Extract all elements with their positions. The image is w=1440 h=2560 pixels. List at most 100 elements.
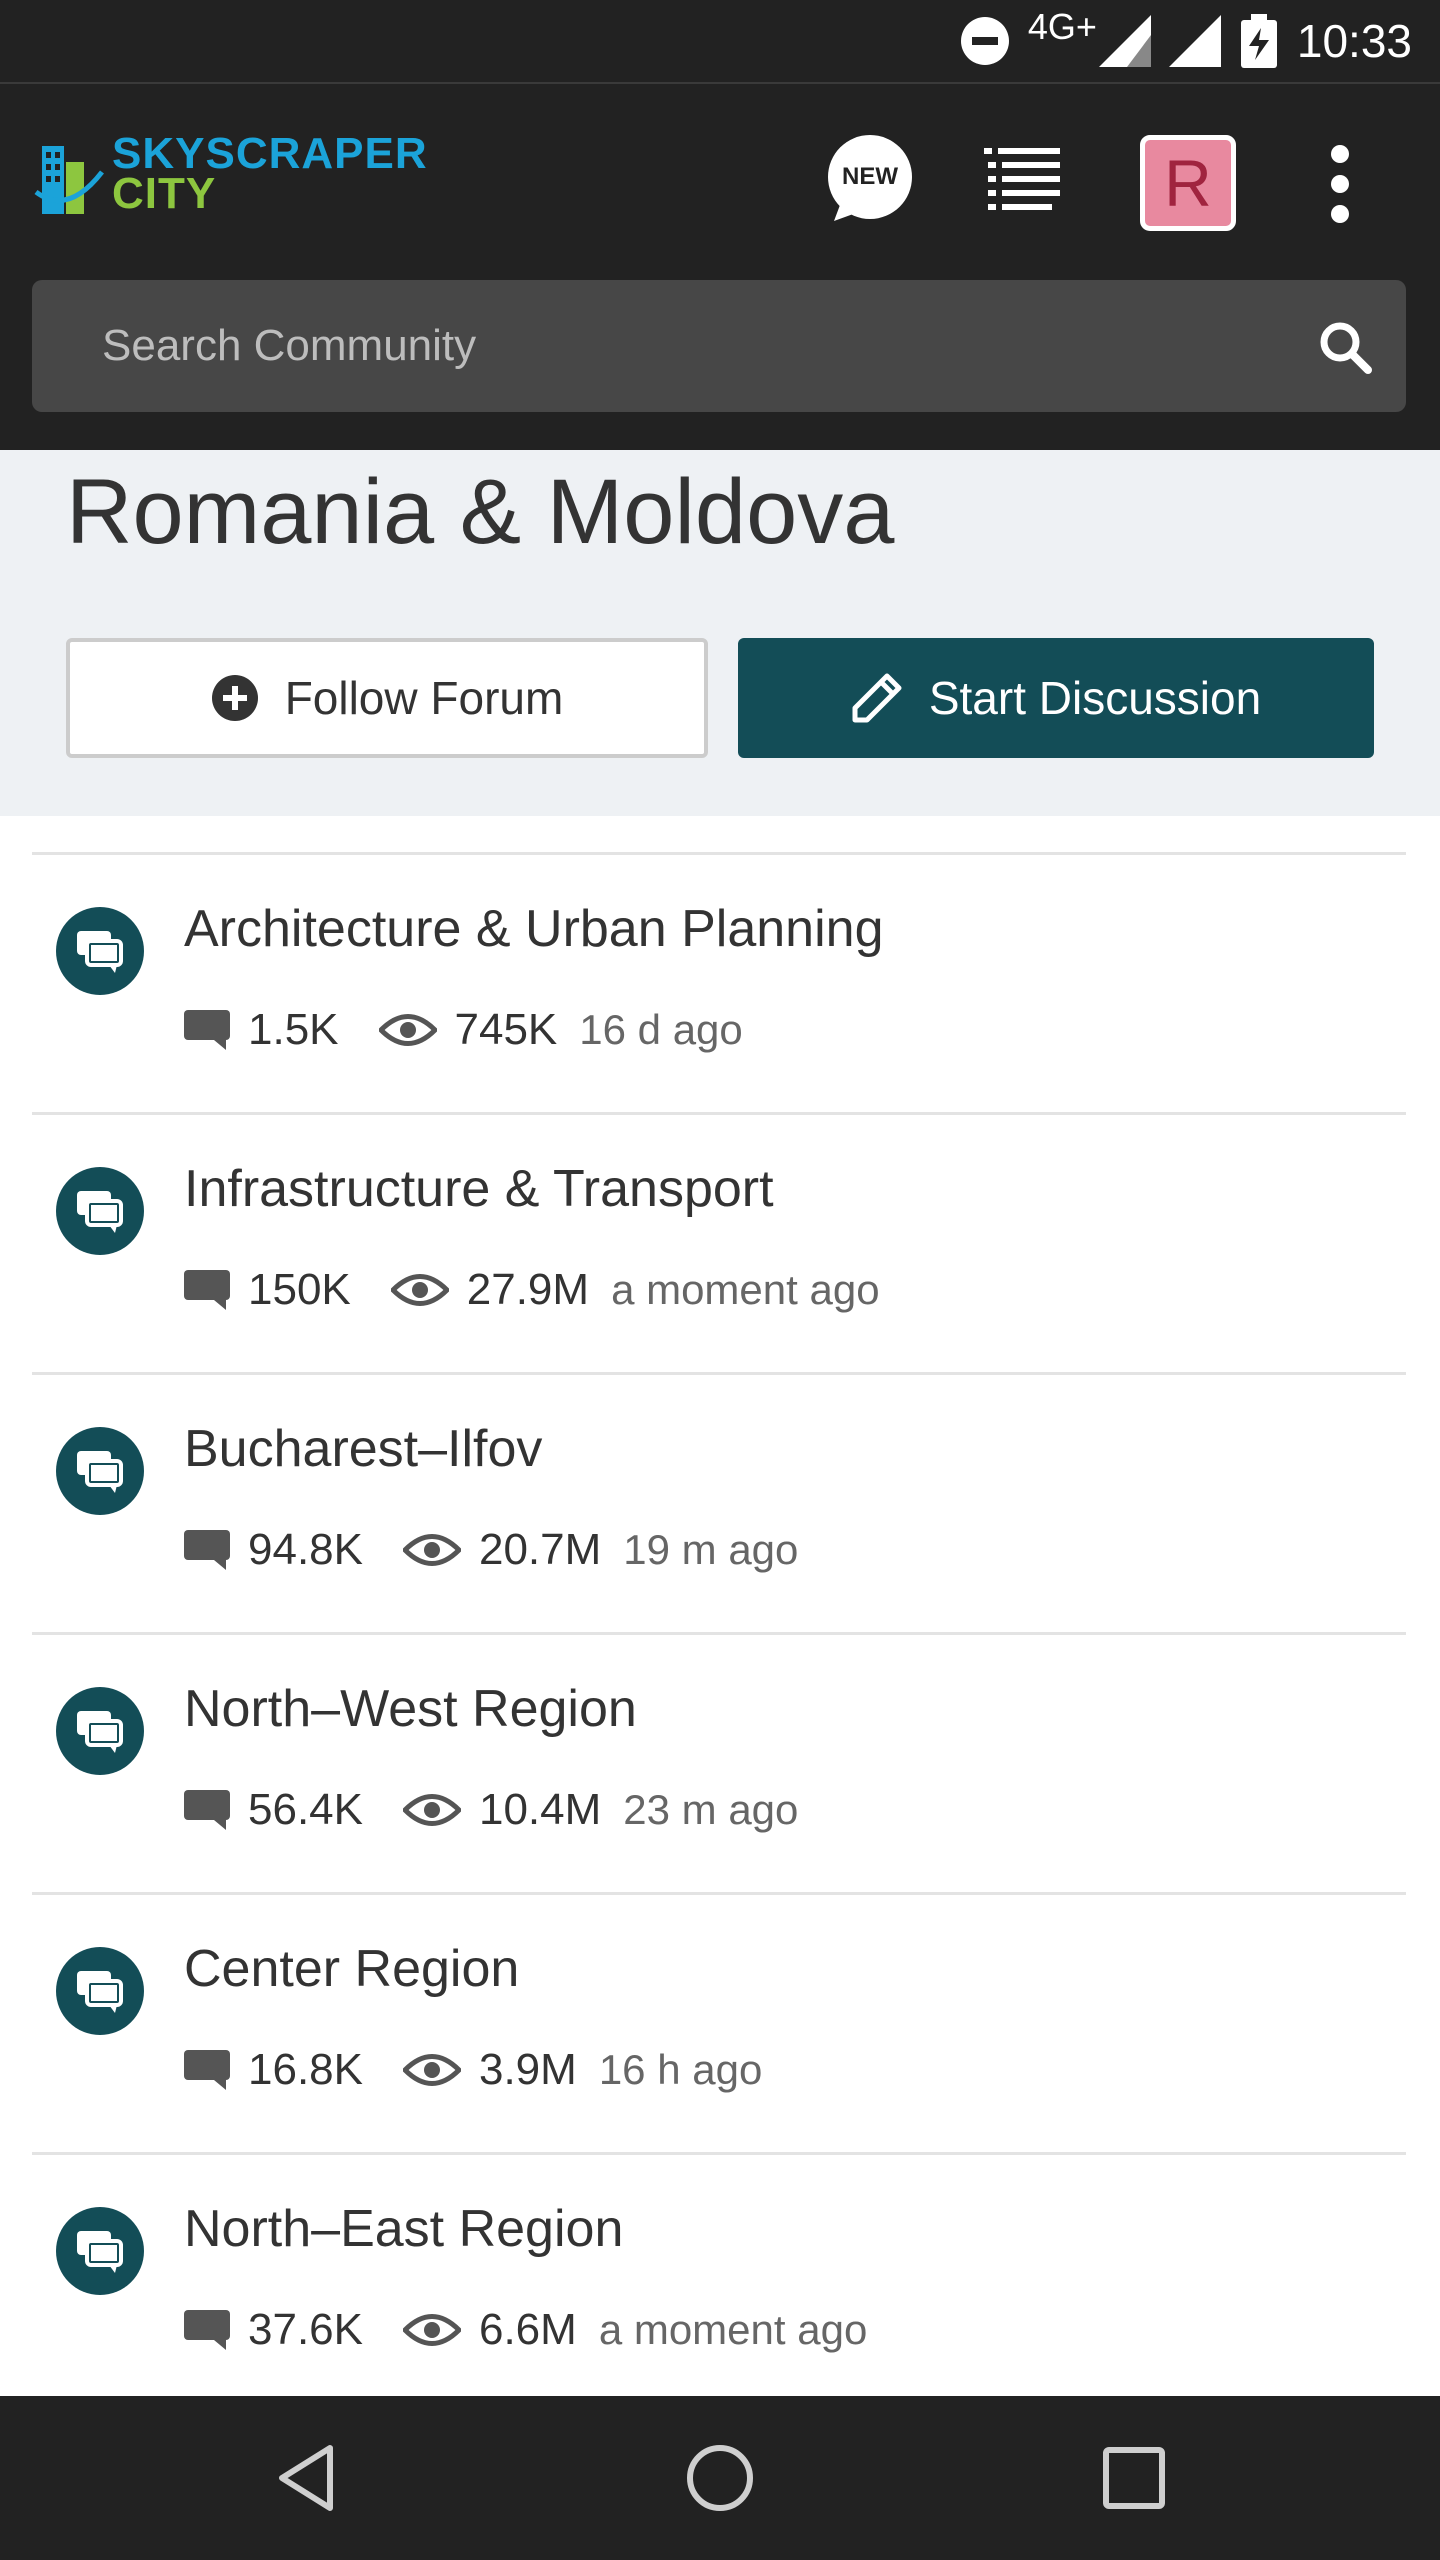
list-item[interactable]: North–East Region 37.6K 6.6M a moment ag…: [32, 2152, 1406, 2412]
last-activity-time: a moment ago: [611, 1266, 880, 1313]
forum-stats: 150K 27.9M a moment ago: [184, 1265, 880, 1315]
posts-stat: 150K: [184, 1265, 351, 1315]
posts-count: 1.5K: [248, 1005, 339, 1054]
posts-count: 94.8K: [248, 1525, 363, 1574]
app-header: SKYSCRAPER CITY NEW R: [0, 82, 1440, 450]
forum-stats: 37.6K 6.6M a moment ago: [184, 2305, 867, 2355]
views-count: 10.4M: [478, 1785, 602, 1834]
forum-icon: [56, 1167, 144, 1255]
views-stat: 745K: [378, 1005, 558, 1055]
comment-icon: [184, 1010, 230, 1050]
follow-forum-label: Follow Forum: [284, 672, 564, 724]
list-item[interactable]: Center Region 16.8K 3.9M 16 h ago: [32, 1892, 1406, 2152]
forum-header: Romania & Moldova Follow Forum Start Dis…: [0, 450, 1440, 816]
forum-icon: [56, 1687, 144, 1775]
views-stat: 6.6M: [402, 2305, 577, 2355]
last-activity-time: a moment ago: [598, 2306, 868, 2353]
logo-text-city: CITY: [112, 169, 217, 218]
posts-stat: 56.4K: [184, 1785, 363, 1835]
list-icon: [984, 148, 1060, 210]
comment-icon: [184, 1530, 230, 1570]
forum-title[interactable]: North–East Region: [184, 2199, 623, 2259]
forum-icon: [56, 1947, 144, 2035]
new-posts-button[interactable]: NEW: [826, 135, 914, 223]
posts-count: 37.6K: [248, 2305, 363, 2354]
new-badge-label: NEW: [842, 163, 898, 190]
search-icon[interactable]: [1318, 320, 1372, 374]
back-icon[interactable]: [268, 2438, 348, 2518]
posts-stat: 94.8K: [184, 1525, 363, 1575]
forum-stats: 56.4K 10.4M 23 m ago: [184, 1785, 798, 1835]
eye-icon: [390, 1274, 449, 1306]
list-item[interactable]: Architecture & Urban Planning 1.5K 745K …: [32, 852, 1406, 1112]
forum-icon: [56, 2207, 144, 2295]
home-icon[interactable]: [680, 2438, 760, 2518]
comment-icon: [184, 1270, 230, 1310]
list-item[interactable]: Infrastructure & Transport 150K 27.9M a …: [32, 1112, 1406, 1372]
plus-circle-icon: [211, 675, 258, 721]
signal-icon-2: [1168, 15, 1221, 67]
eye-icon: [378, 1014, 437, 1046]
posts-stat: 1.5K: [184, 1005, 339, 1055]
start-discussion-label: Start Discussion: [928, 672, 1262, 724]
more-vertical-icon: [1331, 145, 1349, 223]
signal-icon-1: [1098, 15, 1151, 67]
forum-icon: [56, 907, 144, 995]
views-stat: 27.9M: [390, 1265, 590, 1315]
eye-icon: [402, 1534, 461, 1566]
search-bar: [32, 280, 1406, 412]
views-stat: 3.9M: [402, 2045, 577, 2095]
comment-icon: [184, 1790, 230, 1830]
views-count: 745K: [454, 1005, 558, 1054]
recents-icon[interactable]: [1094, 2438, 1174, 2518]
status-bar: 4G+ 10:33: [0, 0, 1440, 82]
more-options-button[interactable]: [1316, 140, 1364, 230]
posts-stat: 37.6K: [184, 2305, 363, 2355]
views-count: 3.9M: [478, 2045, 577, 2094]
network-type: 4G+: [1027, 6, 1097, 47]
forum-title[interactable]: Center Region: [184, 1939, 519, 1999]
comment-icon: [184, 2050, 230, 2090]
start-discussion-button[interactable]: Start Discussion: [738, 638, 1374, 758]
forum-stats: 1.5K 745K 16 d ago: [184, 1005, 743, 1055]
avatar-letter: R: [1164, 146, 1212, 220]
last-activity-time: 16 h ago: [598, 2046, 763, 2093]
comment-icon: [184, 2310, 230, 2350]
forum-title[interactable]: Architecture & Urban Planning: [184, 899, 884, 959]
forum-title[interactable]: North–West Region: [184, 1679, 637, 1739]
do-not-disturb-icon: [960, 16, 1010, 66]
clock: 10:33: [1296, 15, 1412, 67]
views-stat: 20.7M: [402, 1525, 602, 1575]
views-count: 6.6M: [478, 2305, 577, 2354]
forum-title[interactable]: Bucharest–Ilfov: [184, 1419, 542, 1479]
divider: [0, 82, 1440, 84]
battery-charging-icon: [1239, 14, 1279, 68]
system-nav-bar: [0, 2396, 1440, 2560]
follow-forum-button[interactable]: Follow Forum: [66, 638, 708, 758]
subforum-list: Architecture & Urban Planning 1.5K 745K …: [32, 852, 1406, 2412]
list-item[interactable]: North–West Region 56.4K 10.4M 23 m ago: [32, 1632, 1406, 1892]
site-logo[interactable]: SKYSCRAPER CITY: [32, 132, 428, 216]
pencil-icon: [852, 673, 902, 723]
eye-icon: [402, 2054, 461, 2086]
logo-text-skyscraper: SKYSCRAPER: [112, 129, 428, 178]
search-input[interactable]: [68, 280, 1268, 412]
posts-count: 150K: [248, 1265, 351, 1314]
list-item[interactable]: Bucharest–Ilfov 94.8K 20.7M 19 m ago: [32, 1372, 1406, 1632]
forum-icon: [56, 1427, 144, 1515]
posts-count: 56.4K: [248, 1785, 363, 1834]
eye-icon: [402, 2314, 461, 2346]
page-title: Romania & Moldova: [66, 461, 895, 563]
posts-count: 16.8K: [248, 2045, 363, 2094]
last-activity-time: 23 m ago: [623, 1786, 799, 1833]
views-count: 27.9M: [466, 1265, 590, 1314]
eye-icon: [402, 1794, 461, 1826]
activity-feed-button[interactable]: [984, 142, 1060, 218]
forum-title[interactable]: Infrastructure & Transport: [184, 1159, 774, 1219]
posts-stat: 16.8K: [184, 2045, 363, 2095]
last-activity-time: 19 m ago: [623, 1526, 799, 1573]
views-count: 20.7M: [478, 1525, 602, 1574]
last-activity-time: 16 d ago: [579, 1006, 743, 1053]
skyscraper-logo-icon: [34, 146, 104, 214]
user-avatar[interactable]: R: [1140, 135, 1236, 231]
